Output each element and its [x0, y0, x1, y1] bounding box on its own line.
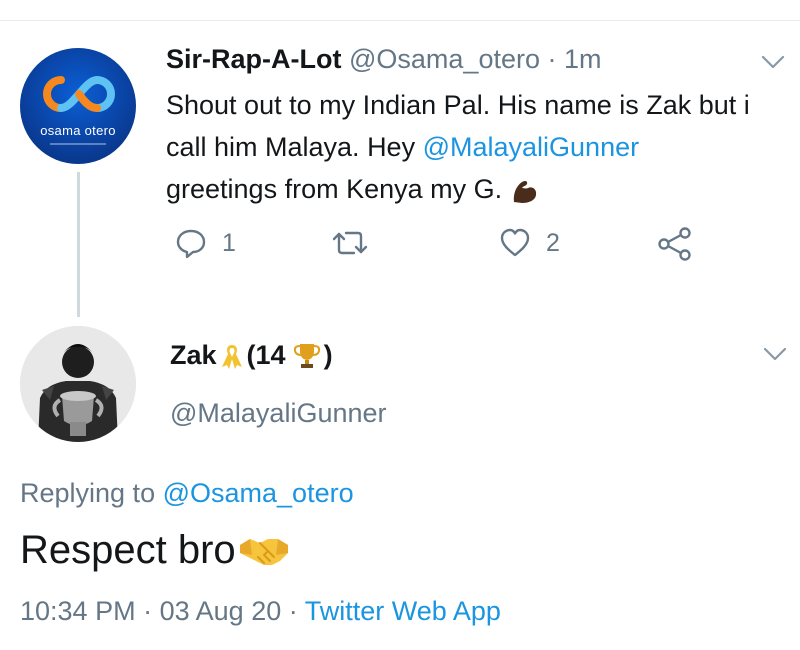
parent-tweet-header: Sir-Rap-A-Lot @Osama_otero · 1m	[166, 44, 602, 75]
trophy-icon	[293, 343, 320, 368]
reply-meta: 10:34 PM · 03 Aug 20 · Twitter Web App	[20, 596, 501, 627]
retweet-button[interactable]	[330, 226, 370, 260]
reply-date[interactable]: 03 Aug 20	[160, 596, 282, 626]
chevron-down-icon[interactable]	[760, 52, 786, 72]
mention-link[interactable]: @MalayaliGunner	[423, 132, 640, 162]
flexed-biceps-icon	[513, 180, 536, 203]
avatar-malayaligunner[interactable]	[20, 326, 136, 442]
handshake-icon	[239, 538, 288, 565]
reply-time[interactable]: 10:34 PM	[20, 596, 136, 626]
avatar-osama-otero[interactable]: osama otero	[20, 48, 136, 164]
like-button[interactable]: 2	[498, 226, 560, 260]
reply-text-content: Respect bro	[20, 528, 236, 572]
player-photo	[20, 326, 136, 442]
yellow-ribbon-icon	[221, 344, 242, 369]
reply-name-part: )	[323, 340, 333, 370]
meta-separator: ·	[143, 596, 153, 626]
like-count: 2	[546, 228, 560, 257]
meta-separator: ·	[288, 596, 298, 626]
reply-name-part: (14	[246, 340, 286, 370]
reply-handle[interactable]: @MalayaliGunner	[170, 398, 387, 429]
top-divider	[0, 20, 800, 21]
reply-name-part: Zak	[170, 340, 217, 370]
share-button[interactable]	[657, 226, 693, 262]
replying-label: Replying to	[20, 478, 156, 508]
parent-display-name[interactable]: Sir-Rap-A-Lot	[166, 44, 341, 74]
parent-tweet-text: Shout out to my Indian Pal. His name is …	[166, 84, 786, 210]
source-app-link[interactable]: Twitter Web App	[305, 596, 501, 626]
tweet-text-part: greetings from Kenya my G.	[166, 174, 510, 204]
header-separator: ·	[547, 44, 557, 74]
chevron-down-icon[interactable]	[762, 344, 788, 364]
parent-handle[interactable]: @Osama_otero	[349, 44, 540, 74]
retweet-icon	[332, 231, 368, 255]
thread-connector-line	[77, 172, 80, 317]
avatar-logo-text: osama otero	[40, 123, 116, 138]
reply-tweet-text: Respect bro	[20, 528, 290, 573]
reply-button[interactable]: 1	[174, 226, 236, 260]
like-icon	[500, 228, 530, 257]
reply-display-name[interactable]: Zak (14 )	[170, 340, 333, 371]
avatar-logo-underline	[50, 143, 106, 145]
replying-to-line: Replying to @Osama_otero	[20, 478, 354, 509]
parent-timestamp[interactable]: 1m	[564, 44, 602, 74]
reply-icon	[176, 229, 206, 259]
replying-to-link[interactable]: @Osama_otero	[163, 478, 354, 508]
reply-count: 1	[222, 228, 236, 257]
share-icon	[658, 227, 691, 261]
infinity-logo-icon	[43, 76, 115, 112]
